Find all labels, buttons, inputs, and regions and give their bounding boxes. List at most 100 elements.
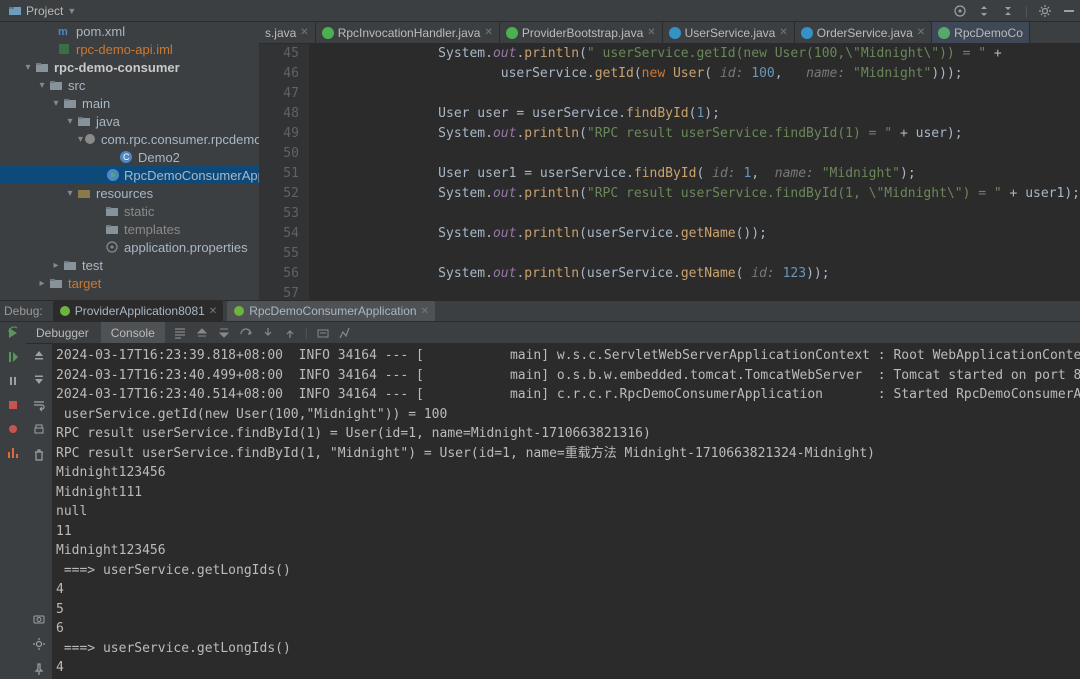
settings-icon[interactable] bbox=[1038, 4, 1052, 18]
tab-label: ProviderBootstrap.java bbox=[522, 26, 643, 40]
step-out-icon[interactable] bbox=[283, 326, 297, 340]
close-icon[interactable]: ✕ bbox=[779, 27, 787, 38]
file-type-icon bbox=[801, 27, 813, 39]
stop-button[interactable] bbox=[4, 396, 22, 414]
code-line[interactable] bbox=[313, 284, 1080, 300]
code-line[interactable] bbox=[313, 84, 1080, 104]
scroll-up-button[interactable] bbox=[32, 348, 46, 365]
tree-row-main[interactable]: ▾main bbox=[0, 94, 259, 112]
editor-tab[interactable]: ProviderBootstrap.java ✕ bbox=[500, 22, 663, 43]
code-line[interactable]: userService.getId(new User( id: 100, nam… bbox=[313, 64, 1080, 84]
code-body[interactable]: System.out.println(" userService.getId(n… bbox=[309, 44, 1080, 300]
editor-tab[interactable]: OrderService.java✕ bbox=[795, 22, 932, 43]
close-icon[interactable]: ✕ bbox=[917, 27, 925, 38]
tree-row-templates[interactable]: templates bbox=[0, 220, 259, 238]
close-icon[interactable]: ✕ bbox=[484, 27, 492, 38]
pin-button[interactable] bbox=[32, 662, 46, 679]
code-editor[interactable]: 4546474849505152535455565758 System.out.… bbox=[259, 44, 1080, 300]
step-over-icon[interactable] bbox=[239, 326, 253, 340]
file-type-icon bbox=[322, 27, 334, 39]
dir-icon bbox=[62, 258, 78, 272]
minimize-icon[interactable] bbox=[1062, 4, 1076, 18]
mute-breakpoints-button[interactable] bbox=[4, 420, 22, 438]
code-line[interactable]: System.out.println(" userService.getId(n… bbox=[313, 44, 1080, 64]
editor-tab[interactable]: UserService.java✕ bbox=[663, 22, 795, 43]
console-line: 6 bbox=[56, 619, 1076, 639]
debug-settings-button[interactable] bbox=[32, 637, 46, 654]
clear-button[interactable] bbox=[32, 448, 46, 465]
tree-row-demo2[interactable]: CDemo2 bbox=[0, 148, 259, 166]
close-icon[interactable]: ✕ bbox=[209, 306, 217, 317]
tree-row-resources[interactable]: ▾resources bbox=[0, 184, 259, 202]
resume-button[interactable] bbox=[4, 348, 22, 366]
close-icon[interactable]: ✕ bbox=[300, 27, 308, 38]
tree-row-rpc-demo-consumer[interactable]: ▾rpc-demo-consumer bbox=[0, 58, 259, 76]
debugger-tab[interactable]: Debugger bbox=[26, 322, 99, 343]
dir-icon bbox=[34, 60, 50, 74]
align-icon[interactable] bbox=[173, 326, 187, 340]
run-config-tab[interactable]: RpcDemoConsumerApplication ✕ bbox=[227, 301, 435, 321]
code-line[interactable] bbox=[313, 204, 1080, 224]
project-dropdown[interactable]: Project ▼ bbox=[4, 4, 80, 18]
code-line[interactable]: System.out.println(userService.getName( … bbox=[313, 264, 1080, 284]
step-into-icon[interactable] bbox=[261, 326, 275, 340]
editor-tab[interactable]: RpcInvocationHandler.java✕ bbox=[316, 22, 500, 43]
profiler-button[interactable] bbox=[4, 444, 22, 462]
tree-row-rpcdemoconsumerapplication[interactable]: RpcDemoConsumerApplication bbox=[0, 166, 259, 184]
tree-row-test[interactable]: ▸test bbox=[0, 256, 259, 274]
tree-row-application-properties[interactable]: application.properties bbox=[0, 238, 259, 256]
trace-icon[interactable] bbox=[338, 326, 352, 340]
editor-tab[interactable]: s.java✕ bbox=[259, 22, 316, 43]
console-line: ===> userService.getLongIds() bbox=[56, 639, 1076, 659]
file-type-icon bbox=[938, 27, 950, 39]
tree-row-src[interactable]: ▾src bbox=[0, 76, 259, 94]
code-line[interactable] bbox=[313, 244, 1080, 264]
console-line: RPC result userService.findById(1) = Use… bbox=[56, 424, 1076, 444]
console-output[interactable]: 2024-03-17T16:23:39.818+08:00 INFO 34164… bbox=[52, 344, 1080, 679]
tree-row-pom-xml[interactable]: mpom.xml bbox=[0, 22, 259, 40]
editor-tab[interactable]: RpcDemoCo bbox=[932, 22, 1030, 43]
code-line[interactable]: User user = userService.findById(1); bbox=[313, 104, 1080, 124]
debug-side-rerun bbox=[0, 322, 26, 344]
project-tree[interactable]: mpom.xmlrpc-demo-api.iml▾rpc-demo-consum… bbox=[0, 22, 259, 300]
close-icon[interactable]: ✕ bbox=[421, 306, 429, 317]
target-icon[interactable] bbox=[953, 4, 967, 18]
code-line[interactable]: System.out.println("RPC result userServi… bbox=[313, 124, 1080, 144]
up-stack-icon[interactable] bbox=[195, 326, 209, 340]
soft-wrap-button[interactable] bbox=[32, 398, 46, 415]
code-line[interactable]: User user1 = userService.findById( id: 1… bbox=[313, 164, 1080, 184]
debug-bar: Debug: ProviderApplication8081✕RpcDemoCo… bbox=[0, 300, 1080, 322]
code-line[interactable] bbox=[313, 144, 1080, 164]
run-config-label: RpcDemoConsumerApplication bbox=[249, 304, 416, 318]
console-tab[interactable]: Console bbox=[101, 322, 165, 343]
console-line: Midnight123456 bbox=[56, 541, 1076, 561]
svg-text:C: C bbox=[123, 152, 130, 162]
file-type-icon bbox=[669, 27, 681, 39]
expand-all-icon[interactable] bbox=[977, 4, 991, 18]
toolbar-sep: | bbox=[305, 326, 308, 340]
code-line[interactable]: System.out.println(userService.getName()… bbox=[313, 224, 1080, 244]
collapse-all-icon[interactable] bbox=[1001, 4, 1015, 18]
run-config-tab[interactable]: ProviderApplication8081✕ bbox=[53, 301, 223, 321]
editor-tabs: s.java✕RpcInvocationHandler.java✕Provide… bbox=[259, 22, 1080, 44]
tree-row-rpc-demo-api-iml[interactable]: rpc-demo-api.iml bbox=[0, 40, 259, 58]
pause-button[interactable] bbox=[4, 372, 22, 390]
camera-button[interactable] bbox=[32, 612, 46, 629]
pkg-icon bbox=[83, 132, 97, 146]
down-stack-icon[interactable] bbox=[217, 326, 231, 340]
print-button[interactable] bbox=[32, 423, 46, 440]
close-icon[interactable]: ✕ bbox=[647, 27, 655, 38]
tree-row-static[interactable]: static bbox=[0, 202, 259, 220]
code-line[interactable]: System.out.println("RPC result userServi… bbox=[313, 184, 1080, 204]
tree-row-java[interactable]: ▾java bbox=[0, 112, 259, 130]
console-toolbar: | bbox=[173, 326, 352, 340]
tree-row-target[interactable]: ▸target bbox=[0, 274, 259, 292]
scroll-down-button[interactable] bbox=[32, 373, 46, 390]
console-line: RPC result userService.findById(1, "Midn… bbox=[56, 444, 1076, 464]
project-icon bbox=[8, 4, 22, 18]
evaluate-icon[interactable] bbox=[316, 326, 330, 340]
rerun-button[interactable] bbox=[4, 324, 22, 342]
dir-icon bbox=[48, 78, 64, 92]
dir-icon bbox=[104, 204, 120, 218]
tree-row-com-rpc-consumer-rpcdemoconsumer[interactable]: ▾com.rpc.consumer.rpcdemoconsumer bbox=[0, 130, 259, 148]
